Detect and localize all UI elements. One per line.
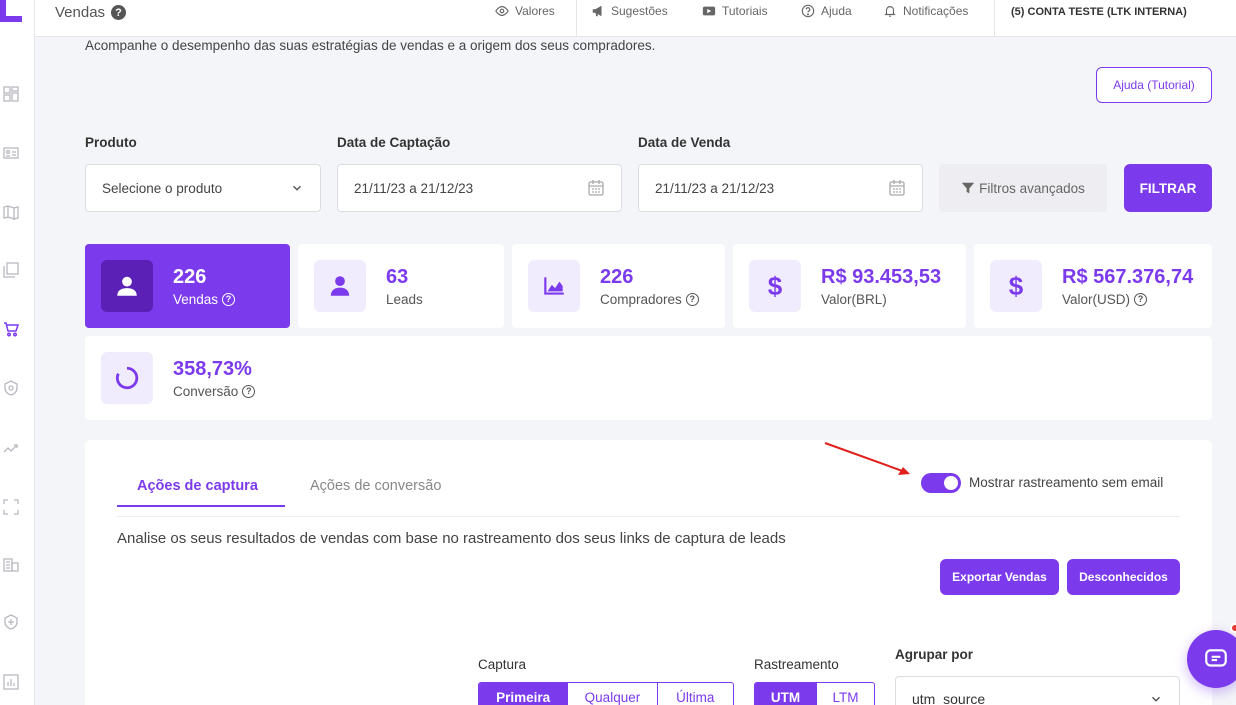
stat-card-compradores[interactable]: 226 Compradores?: [512, 244, 725, 328]
area-chart-icon: [528, 260, 580, 312]
chevron-down-icon: [1152, 696, 1160, 702]
venda-date-input[interactable]: 21/11/23 a 21/12/23: [638, 164, 923, 212]
captura-segmented-control: Primeira Qualquer Última: [478, 682, 734, 705]
dollar-icon: $: [749, 260, 801, 312]
video-icon: [702, 6, 716, 16]
panel-description: Analise os seus resultados de vendas com…: [117, 530, 786, 547]
stat-card-valor-brl[interactable]: $ R$ 93.453,53 Valor(BRL): [733, 244, 966, 328]
sidebar: [0, 0, 35, 705]
captura-option-ultima[interactable]: Última: [658, 683, 733, 705]
toggle-knob: [944, 476, 958, 490]
divider: [994, 0, 995, 37]
produto-label: Produto: [85, 135, 137, 150]
building-icon[interactable]: [3, 556, 19, 572]
stat-value: 358,73%: [173, 357, 252, 380]
chat-button[interactable]: [1187, 630, 1236, 688]
arrow-annotation-icon: [824, 442, 910, 475]
rastreamento-option-utm[interactable]: UTM: [755, 683, 817, 705]
dollar-icon: $: [990, 260, 1042, 312]
badge-icon[interactable]: [3, 380, 19, 396]
ring-icon: [101, 352, 153, 404]
stat-card-valor-usd[interactable]: $ R$ 567.376,74 Valor(USD)?: [974, 244, 1212, 328]
captacao-label: Data de Captação: [337, 135, 451, 150]
captura-option-primeira[interactable]: Primeira: [479, 683, 569, 705]
stat-value: 226: [600, 265, 634, 288]
bar-chart-icon[interactable]: [3, 674, 19, 690]
stat-label: Valor(USD): [1062, 291, 1131, 307]
chevron-down-icon: [293, 185, 301, 191]
calendar-icon[interactable]: [888, 179, 906, 197]
stat-card-leads[interactable]: 63 Leads: [298, 244, 504, 328]
rastreamento-segmented-control: UTM LTM: [754, 682, 875, 705]
user-icon: [101, 260, 153, 312]
help-icon[interactable]: ?: [111, 5, 127, 20]
captura-option-qualquer[interactable]: Qualquer: [568, 683, 658, 705]
help-icon[interactable]: ?: [685, 292, 699, 306]
account-name[interactable]: (5) CONTA TESTE (LTK INTERNA): [1011, 6, 1187, 18]
produto-select[interactable]: Selecione o produto: [85, 164, 321, 212]
divider: [117, 516, 1180, 517]
stat-label: Compradores: [600, 291, 682, 307]
bell-icon: [884, 6, 896, 17]
map-icon[interactable]: [3, 204, 19, 220]
help-icon[interactable]: ?: [222, 292, 236, 306]
captura-label: Captura: [478, 657, 527, 672]
brand-logo[interactable]: [0, 0, 22, 22]
stat-card-vendas[interactable]: 226 Vendas?: [85, 244, 290, 328]
stat-label: Valor(BRL): [821, 291, 887, 307]
filter-icon: [961, 182, 975, 194]
page-title: Vendas ?: [55, 4, 127, 21]
unknown-button[interactable]: Desconhecidos: [1067, 559, 1180, 595]
stat-label: Conversão: [173, 383, 239, 399]
filter-button[interactable]: FILTRAR: [1124, 164, 1212, 212]
help-icon: [801, 4, 815, 18]
stat-value: 226: [173, 265, 207, 288]
group-by-select[interactable]: utm_source: [895, 676, 1180, 705]
help-tutorial-button[interactable]: Ajuda (Tutorial): [1096, 67, 1212, 103]
shield-plus-icon[interactable]: [3, 614, 19, 630]
show-tracking-toggle[interactable]: [921, 473, 961, 493]
stat-value: 63: [386, 265, 409, 288]
top-bar: Vendas ? Valores Sugestões Tutoriais Aju…: [35, 0, 1236, 37]
expand-icon[interactable]: [3, 499, 19, 515]
megaphone-icon: [592, 5, 602, 17]
tab-acoes-captura[interactable]: Ações de captura: [137, 478, 258, 494]
chat-icon: [1205, 649, 1227, 667]
help-icon[interactable]: ?: [1134, 292, 1148, 306]
trend-icon[interactable]: [3, 440, 19, 456]
rastreamento-option-ltm[interactable]: LTM: [817, 683, 874, 705]
eye-icon: [495, 6, 509, 16]
tab-acoes-conversao[interactable]: Ações de conversão: [310, 478, 441, 494]
rastreamento-label: Rastreamento: [754, 657, 839, 672]
notification-dot: [1230, 623, 1236, 633]
venda-label: Data de Venda: [638, 135, 731, 150]
stat-label: Vendas: [173, 291, 219, 307]
stat-value: R$ 567.376,74: [1062, 265, 1194, 288]
id-card-icon[interactable]: [3, 145, 19, 161]
toggle-label: Mostrar rastreamento sem email: [969, 475, 1164, 490]
top-nav-sugestoes[interactable]: Sugestões: [591, 4, 668, 18]
stat-value: R$ 93.453,53: [821, 265, 942, 288]
top-nav-ajuda[interactable]: Ajuda: [801, 4, 852, 18]
stat-card-conversao[interactable]: 358,73% Conversão?: [85, 336, 1212, 420]
copy-icon[interactable]: [3, 262, 19, 278]
help-icon[interactable]: ?: [242, 384, 256, 398]
stat-label: Leads: [386, 291, 423, 307]
active-tab-indicator: [117, 505, 285, 507]
cart-icon[interactable]: [3, 321, 20, 337]
page-subtitle: Acompanhe o desempenho das suas estratég…: [85, 38, 656, 53]
dashboard-icon[interactable]: [3, 86, 19, 102]
person-icon: [314, 260, 366, 312]
advanced-filters-button[interactable]: Filtros avançados: [939, 164, 1107, 212]
top-nav-tutoriais[interactable]: Tutoriais: [702, 4, 768, 18]
agrupar-label: Agrupar por: [895, 647, 974, 662]
captacao-date-input[interactable]: 21/11/23 a 21/12/23: [337, 164, 622, 212]
export-sales-button[interactable]: Exportar Vendas: [940, 559, 1059, 595]
calendar-icon[interactable]: [587, 179, 605, 197]
divider: [576, 0, 577, 37]
top-nav-valores[interactable]: Valores: [495, 4, 555, 18]
top-nav-notificacoes[interactable]: Notificações: [883, 4, 968, 18]
